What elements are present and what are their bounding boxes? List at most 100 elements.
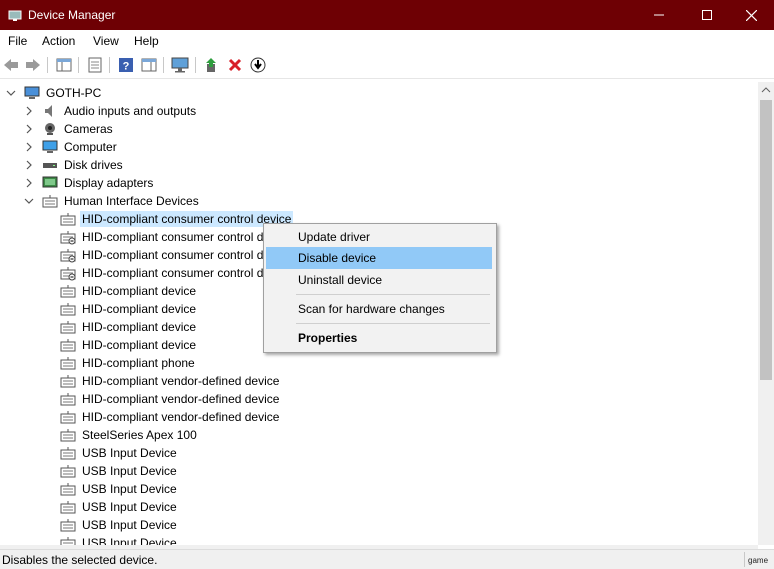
menu-item-label: Disable device (298, 251, 377, 265)
menu-separator (296, 323, 490, 324)
category-label: Human Interface Devices (64, 194, 199, 208)
hid-device-icon (60, 283, 76, 299)
menu-action[interactable]: Action (42, 34, 75, 48)
hid-device-row[interactable]: HID-compliant phone (60, 354, 197, 372)
tree-category-display-adapters[interactable]: Display adapters (24, 174, 155, 192)
hid-device-row[interactable]: HID-compliant consumer control d (60, 246, 265, 264)
chevron-right-icon[interactable] (24, 142, 34, 152)
chevron-right-icon[interactable] (24, 106, 34, 116)
update-driver-icon[interactable] (203, 56, 221, 74)
hid-device-row[interactable]: HID-compliant device (60, 282, 198, 300)
back-icon[interactable] (2, 56, 20, 74)
hid-device-label: HID-compliant phone (82, 356, 195, 370)
hid-device-label: HID-compliant consumer control d (82, 248, 264, 262)
hid-device-row[interactable]: USB Input Device (60, 516, 179, 534)
hid-device-icon (60, 373, 76, 389)
monitor-icon[interactable] (171, 56, 189, 74)
chevron-down-icon[interactable] (6, 88, 16, 98)
disable-icon[interactable] (249, 56, 267, 74)
tree-root[interactable]: GOTH-PC (6, 84, 103, 102)
category-label: Disk drives (64, 158, 123, 172)
close-button[interactable] (728, 0, 774, 30)
forward-icon[interactable] (24, 56, 42, 74)
hid-device-row[interactable]: HID-compliant consumer control d (60, 264, 265, 282)
chevron-down-icon[interactable] (24, 196, 34, 206)
hid-device-row[interactable]: USB Input Device (60, 462, 179, 480)
menu-update-driver[interactable]: Update driver (266, 226, 492, 248)
tree-category-hid[interactable]: Human Interface Devices (24, 192, 201, 210)
hid-device-row[interactable]: USB Input Device (60, 498, 179, 516)
vertical-scrollbar[interactable] (758, 82, 774, 545)
hid-device-icon (60, 445, 76, 461)
menu-bar: File Action View Help (0, 30, 774, 52)
hid-device-row[interactable]: HID-compliant vendor-defined device (60, 408, 281, 426)
computer-icon (24, 85, 40, 101)
menu-properties[interactable]: Properties (266, 327, 492, 349)
computer-icon (42, 139, 58, 155)
hid-device-label: HID-compliant device (82, 302, 197, 316)
menu-scan-hardware[interactable]: Scan for hardware changes (266, 298, 492, 320)
hid-device-row[interactable]: HID-compliant device (60, 318, 198, 336)
hid-device-row[interactable]: HID-compliant consumer control device (60, 210, 294, 228)
status-bar: Disables the selected device. game (0, 549, 774, 569)
maximize-icon (702, 10, 712, 20)
hid-device-icon (60, 481, 76, 497)
hid-device-row[interactable]: USB Input Device (60, 534, 179, 545)
scroll-up-icon (761, 87, 771, 93)
minimize-icon (654, 14, 664, 16)
tree-category-disk-drives[interactable]: Disk drives (24, 156, 125, 174)
help-icon[interactable]: ? (117, 56, 135, 74)
camera-icon (42, 121, 58, 137)
hid-device-row[interactable]: USB Input Device (60, 480, 179, 498)
properties-icon[interactable] (86, 56, 104, 74)
status-extra: game (748, 556, 769, 565)
hid-device-label: HID-compliant device (82, 338, 197, 352)
tree-category-audio[interactable]: Audio inputs and outputs (24, 102, 198, 120)
chevron-right-icon[interactable] (24, 178, 34, 188)
menu-separator (296, 294, 490, 295)
show-hide-console-tree-icon[interactable] (55, 56, 73, 74)
hid-device-icon (60, 319, 76, 335)
hid-device-label: HID-compliant vendor-defined device (82, 410, 280, 424)
menu-file[interactable]: File (8, 34, 27, 48)
hid-device-row[interactable]: USB Input Device (60, 444, 179, 462)
menu-view[interactable]: View (93, 34, 119, 48)
display-adapter-icon (42, 175, 58, 191)
hid-device-icon (60, 301, 76, 317)
menu-item-label: Uninstall device (298, 273, 383, 287)
hid-device-row[interactable]: HID-compliant device (60, 336, 198, 354)
uninstall-icon[interactable] (226, 56, 244, 74)
hid-device-icon (60, 229, 76, 245)
hid-device-label: USB Input Device (82, 446, 177, 460)
tree-category-cameras[interactable]: Cameras (24, 120, 115, 138)
hid-device-icon (60, 427, 76, 443)
hid-device-row[interactable]: HID-compliant consumer control d (60, 228, 265, 246)
menu-uninstall-device[interactable]: Uninstall device (266, 269, 492, 291)
window-title: Device Manager (28, 8, 116, 22)
category-label: Audio inputs and outputs (64, 104, 197, 118)
chevron-right-icon[interactable] (24, 160, 34, 170)
toolbar-separator (78, 57, 79, 73)
scrollbar-thumb[interactable] (760, 100, 772, 380)
hid-device-label: HID-compliant device (82, 284, 197, 298)
hid-device-icon (60, 463, 76, 479)
svg-text:?: ? (123, 61, 130, 73)
device-manager-icon (8, 8, 22, 22)
hid-device-row[interactable]: SteelSeries Apex 100 (60, 426, 199, 444)
action-pane-icon[interactable] (140, 56, 158, 74)
tree-category-computer[interactable]: Computer (24, 138, 119, 156)
hid-device-row[interactable]: HID-compliant vendor-defined device (60, 390, 281, 408)
hid-device-icon (60, 409, 76, 425)
toolbar-separator (163, 57, 164, 73)
category-label: Computer (64, 140, 117, 154)
minimize-button[interactable] (636, 0, 682, 30)
maximize-button[interactable] (684, 0, 730, 30)
hid-device-row[interactable]: HID-compliant device (60, 300, 198, 318)
chevron-right-icon[interactable] (24, 124, 34, 134)
toolbar: ? (0, 52, 774, 79)
hid-device-icon (60, 247, 76, 263)
menu-disable-device[interactable]: Disable device (266, 247, 492, 269)
hid-device-row[interactable]: HID-compliant vendor-defined device (60, 372, 281, 390)
menu-help[interactable]: Help (134, 34, 159, 48)
menu-item-label: Update driver (298, 230, 371, 244)
